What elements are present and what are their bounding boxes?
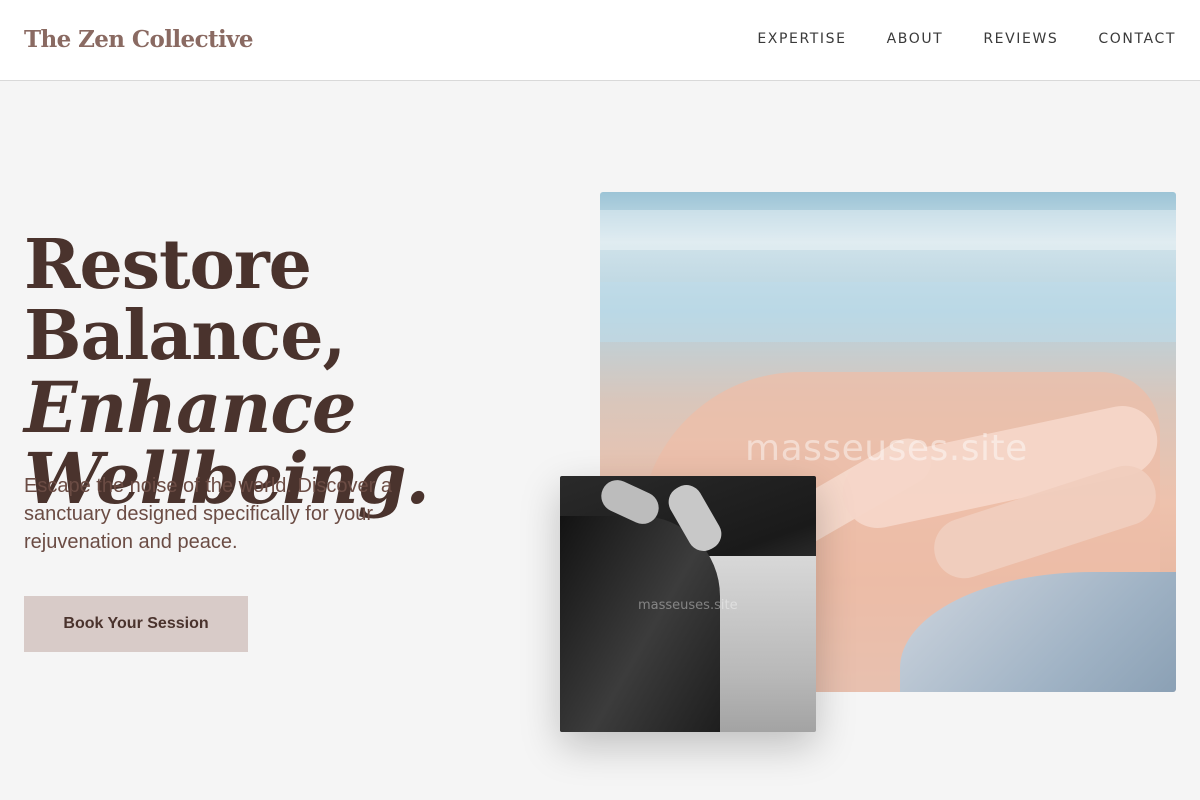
photo-highlight — [600, 210, 1176, 250]
headline-line-1: Restore Balance, — [24, 225, 346, 376]
photo-watermark: masseuses.site — [745, 428, 1028, 469]
top-bar: The Zen Collective EXPERTISE ABOUT REVIE… — [0, 0, 1200, 81]
nav-link-expertise[interactable]: EXPERTISE — [757, 31, 846, 47]
photo-watermark: masseuses.site — [638, 598, 738, 613]
nav-link-contact[interactable]: CONTACT — [1098, 31, 1176, 47]
massage-photo-inset: masseuses.site — [560, 476, 816, 732]
book-session-button[interactable]: Book Your Session — [24, 596, 248, 652]
photo-background-blur — [600, 282, 1176, 342]
headline-line-2: Enhance — [24, 366, 357, 449]
nav-link-about[interactable]: ABOUT — [887, 31, 944, 47]
hero-lede: Escape the noise of the world. Discover … — [24, 475, 392, 553]
nav-link-reviews[interactable]: REVIEWS — [983, 31, 1058, 47]
main-nav: EXPERTISE ABOUT REVIEWS CONTACT — [757, 31, 1176, 47]
brand-logo-link[interactable]: The Zen Collective — [24, 26, 254, 53]
